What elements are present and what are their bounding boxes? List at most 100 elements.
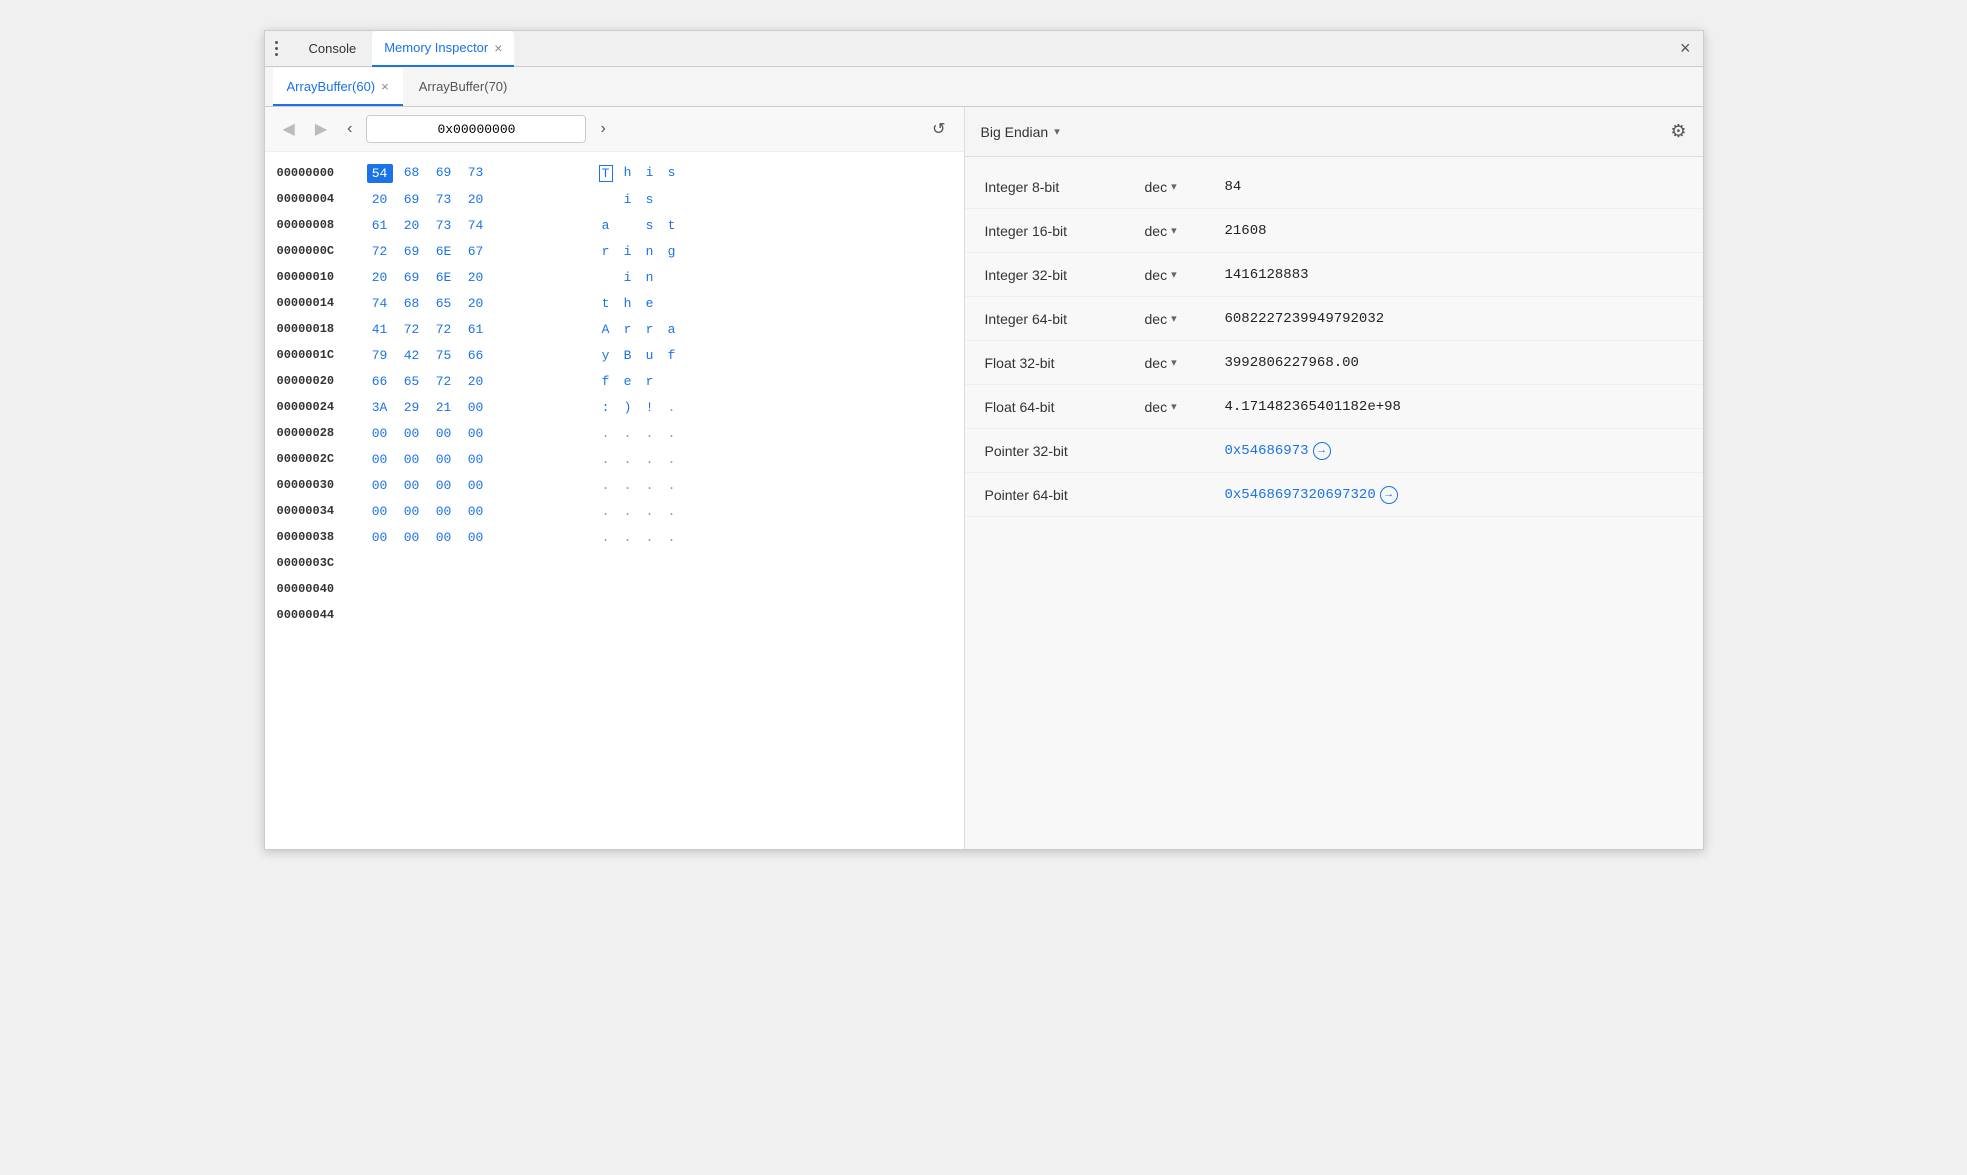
ascii-char[interactable] [665,374,679,389]
data-type-value[interactable]: 0x54686973 → [1225,442,1683,460]
ascii-char[interactable]: s [665,165,679,182]
ascii-char[interactable] [665,270,679,285]
ascii-char[interactable]: r [643,322,657,337]
ascii-char[interactable]: h [621,296,635,311]
data-type-format[interactable]: dec ▾ [1145,267,1225,283]
hex-byte[interactable]: 00 [463,425,489,442]
hex-byte[interactable]: 00 [399,477,425,494]
ascii-char[interactable]: . [621,530,635,545]
hex-byte[interactable]: 69 [399,243,425,260]
ascii-char[interactable]: i [621,244,635,259]
hex-byte[interactable]: 68 [399,164,425,183]
ascii-char[interactable]: . [665,478,679,493]
hex-byte[interactable]: 00 [463,477,489,494]
pointer-link[interactable]: 0x5468697320697320 → [1225,486,1398,504]
hex-byte[interactable]: 73 [463,164,489,183]
hex-byte[interactable]: 00 [463,399,489,416]
ascii-char[interactable]: a [665,322,679,337]
hex-byte[interactable]: 66 [463,347,489,364]
tab-console[interactable]: Console [297,31,369,67]
ascii-char[interactable]: T [599,165,613,182]
ascii-char[interactable]: . [643,452,657,467]
ascii-char[interactable]: e [643,296,657,311]
ascii-char[interactable] [599,270,613,285]
hex-byte[interactable]: 6E [431,269,457,286]
ascii-char[interactable]: . [599,530,613,545]
address-input[interactable] [366,115,586,143]
ascii-char[interactable]: . [643,530,657,545]
ascii-char[interactable]: r [599,244,613,259]
ascii-char[interactable]: . [621,478,635,493]
data-type-format[interactable]: dec ▾ [1145,311,1225,327]
ascii-char[interactable]: h [621,165,635,182]
hex-byte[interactable]: 65 [399,373,425,390]
buffer-tab-60-close[interactable]: × [381,79,389,94]
ascii-char[interactable]: i [643,165,657,182]
ascii-char[interactable]: . [643,504,657,519]
tab-memory-inspector-close[interactable]: × [494,41,502,55]
ascii-char[interactable]: . [599,426,613,441]
ascii-char[interactable]: f [599,374,613,389]
hex-byte[interactable]: 20 [463,373,489,390]
ascii-char[interactable]: . [665,530,679,545]
ascii-char[interactable]: . [599,504,613,519]
ascii-char[interactable]: . [665,504,679,519]
ascii-char[interactable]: . [599,478,613,493]
ascii-char[interactable]: n [643,244,657,259]
refresh-button[interactable]: ↺ [926,115,951,143]
ascii-char[interactable]: . [599,452,613,467]
hex-byte[interactable]: 3A [367,399,393,416]
hex-byte[interactable]: 73 [431,191,457,208]
hex-byte[interactable]: 72 [399,321,425,338]
endian-selector[interactable]: Big Endian ▾ [981,124,1060,140]
hex-byte[interactable]: 00 [367,503,393,520]
ascii-char[interactable]: u [643,348,657,363]
ascii-char[interactable]: A [599,322,613,337]
memory-grid[interactable]: 0000000054686973This0000000420697320 is … [265,152,964,849]
ascii-char[interactable]: : [599,400,613,415]
hex-byte[interactable]: 73 [431,217,457,234]
ascii-char[interactable]: r [621,322,635,337]
back-button[interactable]: ◀ [277,115,301,143]
ascii-char[interactable] [621,218,635,233]
hex-byte[interactable]: 00 [399,451,425,468]
hex-byte[interactable]: 41 [367,321,393,338]
hex-byte[interactable]: 20 [463,269,489,286]
ascii-char[interactable]: . [665,426,679,441]
ascii-char[interactable]: s [643,192,657,207]
ascii-char[interactable]: f [665,348,679,363]
ascii-char[interactable]: i [621,192,635,207]
hex-byte[interactable]: 20 [399,217,425,234]
hex-byte[interactable]: 54 [367,164,393,183]
ascii-char[interactable]: e [621,374,635,389]
ascii-char[interactable]: . [621,426,635,441]
hex-byte[interactable]: 42 [399,347,425,364]
hex-byte[interactable]: 67 [463,243,489,260]
ascii-char[interactable]: n [643,270,657,285]
buffer-tab-70[interactable]: ArrayBuffer(70) [405,68,522,106]
hex-byte[interactable]: 00 [463,503,489,520]
hex-byte[interactable]: 6E [431,243,457,260]
hex-byte[interactable]: 29 [399,399,425,416]
pointer-follow-icon[interactable]: → [1380,486,1398,504]
hex-byte[interactable]: 74 [367,295,393,312]
hex-byte[interactable]: 00 [367,477,393,494]
hex-byte[interactable]: 20 [463,191,489,208]
hex-byte[interactable]: 00 [463,451,489,468]
hex-byte[interactable]: 00 [367,529,393,546]
data-type-format[interactable]: dec ▾ [1145,223,1225,239]
hex-byte[interactable]: 00 [431,425,457,442]
ascii-char[interactable]: s [643,218,657,233]
hex-byte[interactable]: 00 [399,425,425,442]
hex-byte[interactable]: 00 [463,529,489,546]
ascii-char[interactable]: ) [621,400,635,415]
window-close-button[interactable]: × [1676,34,1695,63]
prev-page-button[interactable]: ‹ [341,116,358,142]
ascii-char[interactable]: ! [643,400,657,415]
data-type-format[interactable]: dec ▾ [1145,399,1225,415]
ascii-char[interactable]: g [665,244,679,259]
hex-byte[interactable]: 79 [367,347,393,364]
hex-byte[interactable]: 00 [431,477,457,494]
hex-byte[interactable]: 69 [431,164,457,183]
three-dots-menu[interactable] [273,37,293,60]
